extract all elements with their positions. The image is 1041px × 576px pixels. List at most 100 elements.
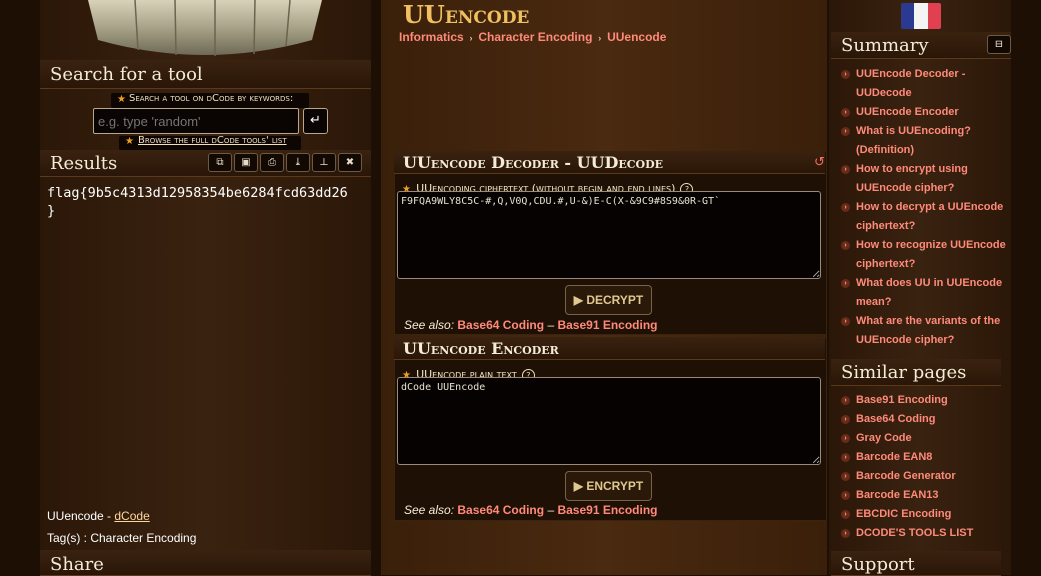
summary-link[interactable]: How to encrypt using UUEncode cipher? — [856, 163, 968, 194]
see-also-base91-link[interactable]: Base91 Encoding — [557, 318, 657, 332]
decrypt-button[interactable]: ▶ DECRYPT — [565, 285, 652, 315]
search-heading: Search for a tool — [50, 64, 203, 85]
similar-item[interactable]: › Gray Code — [841, 429, 1009, 448]
summary-item[interactable]: › What does UU in UUEncode mean? — [841, 274, 1009, 312]
support-heading: Support — [841, 554, 915, 575]
summary-link[interactable]: How to recognize UUEncode ciphertext? — [856, 239, 1006, 270]
support-heading-bar: Support — [831, 551, 1001, 576]
bullet-arrow-icon: › — [841, 529, 850, 538]
breadcrumb-character-encoding[interactable]: Character Encoding — [478, 30, 592, 44]
page-title: UUencode — [403, 0, 530, 29]
see-also-base91-link[interactable]: Base91 Encoding — [557, 503, 657, 517]
bullet-arrow-icon: › — [841, 241, 850, 250]
plaintext-input[interactable] — [397, 377, 821, 465]
summary-item[interactable]: › What is UUEncoding? (Definition) — [841, 122, 1009, 160]
bullet-arrow-icon: › — [841, 453, 850, 462]
bullet-arrow-icon: › — [841, 434, 850, 443]
search-submit-button[interactable]: ↵ — [303, 108, 328, 134]
breadcrumb-separator-icon: › — [595, 33, 604, 43]
bullet-arrow-icon: › — [841, 279, 850, 288]
collapse-summary-button[interactable]: ⊟ — [987, 35, 1011, 54]
search-input[interactable] — [93, 108, 299, 134]
breadcrumb-informatics[interactable]: Informatics — [399, 30, 464, 44]
decoder-title: UUencode Decoder - UUDecode — [403, 153, 664, 172]
browse-tools-label: Browse the full dCode tools' list — [138, 135, 287, 146]
search-label: Search a tool on dCode by keywords: — [129, 93, 294, 104]
breadcrumb-uuencode[interactable]: UUencode — [607, 30, 666, 44]
copy-icon: ⧉ — [216, 157, 224, 168]
tags-line: Tag(s) : Character Encoding — [47, 531, 197, 545]
bullet-arrow-icon: › — [841, 108, 850, 117]
cryptex-logo-image — [88, 0, 322, 56]
french-flag-icon[interactable] — [901, 3, 941, 29]
results-text: flag{9b5c4313d12958354be6284fcd63dd26 } — [47, 185, 348, 219]
similar-heading-bar: Similar pages — [831, 359, 1001, 386]
similar-link[interactable]: DCODE'S TOOLS LIST — [856, 527, 973, 539]
download-button[interactable]: ⤓ — [286, 153, 310, 172]
similar-link[interactable]: Barcode EAN13 — [856, 489, 939, 501]
similar-link[interactable]: Base91 Encoding — [856, 394, 948, 406]
similar-item[interactable]: › EBCDIC Encoding — [841, 505, 1009, 524]
see-also-label: See also: — [404, 318, 455, 332]
encrypt-button[interactable]: ▶ ENCRYPT — [565, 471, 652, 501]
similar-item[interactable]: › Base64 Coding — [841, 410, 1009, 429]
see-also-base64-link[interactable]: Base64 Coding — [457, 318, 544, 332]
similar-item[interactable]: › Base91 Encoding — [841, 391, 1009, 410]
summary-item[interactable]: › How to recognize UUEncode ciphertext? — [841, 236, 1009, 274]
summary-link[interactable]: What is UUEncoding? (Definition) — [856, 125, 971, 156]
print-button[interactable]: ⎙ — [260, 153, 284, 172]
pin-icon: ⊥ — [319, 157, 329, 168]
summary-item[interactable]: › UUEncode Decoder - UUDecode — [841, 65, 1009, 103]
similar-list: › Base91 Encoding › Base64 Coding › Gray Co… — [841, 391, 1009, 543]
see-also-base64-link[interactable]: Base64 Coding — [457, 503, 544, 517]
similar-link[interactable]: Gray Code — [856, 432, 912, 444]
summary-item[interactable]: › How to encrypt using UUEncode cipher? — [841, 160, 1009, 198]
similar-item[interactable]: › DCODE'S TOOLS LIST — [841, 524, 1009, 543]
reset-icon[interactable]: ↺ — [814, 155, 825, 170]
bullet-arrow-icon: › — [841, 203, 850, 212]
summary-item[interactable]: › UUEncode Encoder — [841, 103, 1009, 122]
bullet-arrow-icon: › — [841, 415, 850, 424]
bullet-arrow-icon: › — [841, 472, 850, 481]
similar-link[interactable]: Base64 Coding — [856, 413, 935, 425]
summary-link[interactable]: What are the variants of the UUEncode ci… — [856, 315, 1000, 346]
similar-link[interactable]: EBCDIC Encoding — [856, 508, 951, 520]
summary-link[interactable]: How to decrypt a UUEncode ciphertext? — [856, 201, 1003, 232]
similar-link[interactable]: Barcode Generator — [856, 470, 956, 482]
similar-link[interactable]: Barcode EAN8 — [856, 451, 932, 463]
browse-tools-link[interactable]: ★ Browse the full dCode tools' list — [119, 135, 301, 150]
similar-item[interactable]: › Barcode Generator — [841, 467, 1009, 486]
pin-button[interactable]: ⊥ — [312, 153, 336, 172]
share-heading-bar: Share — [40, 550, 371, 576]
footer-tool-name: UUencode - — [47, 509, 115, 523]
collapse-icon: ⊟ — [994, 39, 1004, 50]
summary-item[interactable]: › How to decrypt a UUEncode ciphertext? — [841, 198, 1009, 236]
footer-dcode-link[interactable]: dCode — [114, 509, 149, 523]
summary-item[interactable]: › What are the variants of the UUEncode c… — [841, 312, 1009, 350]
enter-icon: ↵ — [310, 113, 321, 128]
share-heading: Share — [50, 554, 104, 575]
summary-list: › UUEncode Decoder - UUDecode › UUEncode E… — [841, 65, 1009, 350]
close-results-button[interactable]: ✖ — [338, 153, 362, 172]
results-footer: UUencode - dCode — [47, 509, 150, 523]
encrypt-button-label: ENCRYPT — [586, 479, 644, 493]
breadcrumb: Informatics › Character Encoding › UUenc… — [399, 30, 666, 44]
search-heading-bar: Search for a tool — [40, 60, 371, 89]
dcode-logo[interactable] — [80, 0, 330, 58]
summary-heading-bar: Summary ⊟ — [831, 32, 1011, 59]
summary-link[interactable]: UUEncode Decoder - UUDecode — [856, 68, 965, 99]
play-icon: ▶ — [573, 479, 583, 493]
copy-button[interactable]: ⧉ — [208, 153, 232, 172]
see-also-separator: – — [547, 318, 555, 332]
summary-link[interactable]: What does UU in UUEncode mean? — [856, 277, 1002, 308]
ciphertext-input[interactable] — [397, 191, 821, 279]
screenshot-button[interactable]: ▣ — [234, 153, 258, 172]
see-also-separator: – — [547, 503, 555, 517]
encoder-see-also: See also: Base64 Coding – Base91 Encodin… — [404, 503, 658, 517]
similar-heading: Similar pages — [841, 362, 967, 383]
print-icon: ⎙ — [268, 157, 276, 168]
summary-link[interactable]: UUEncode Encoder — [856, 106, 959, 118]
decoder-see-also: See also: Base64 Coding – Base91 Encodin… — [404, 318, 658, 332]
similar-item[interactable]: › Barcode EAN13 — [841, 486, 1009, 505]
similar-item[interactable]: › Barcode EAN8 — [841, 448, 1009, 467]
